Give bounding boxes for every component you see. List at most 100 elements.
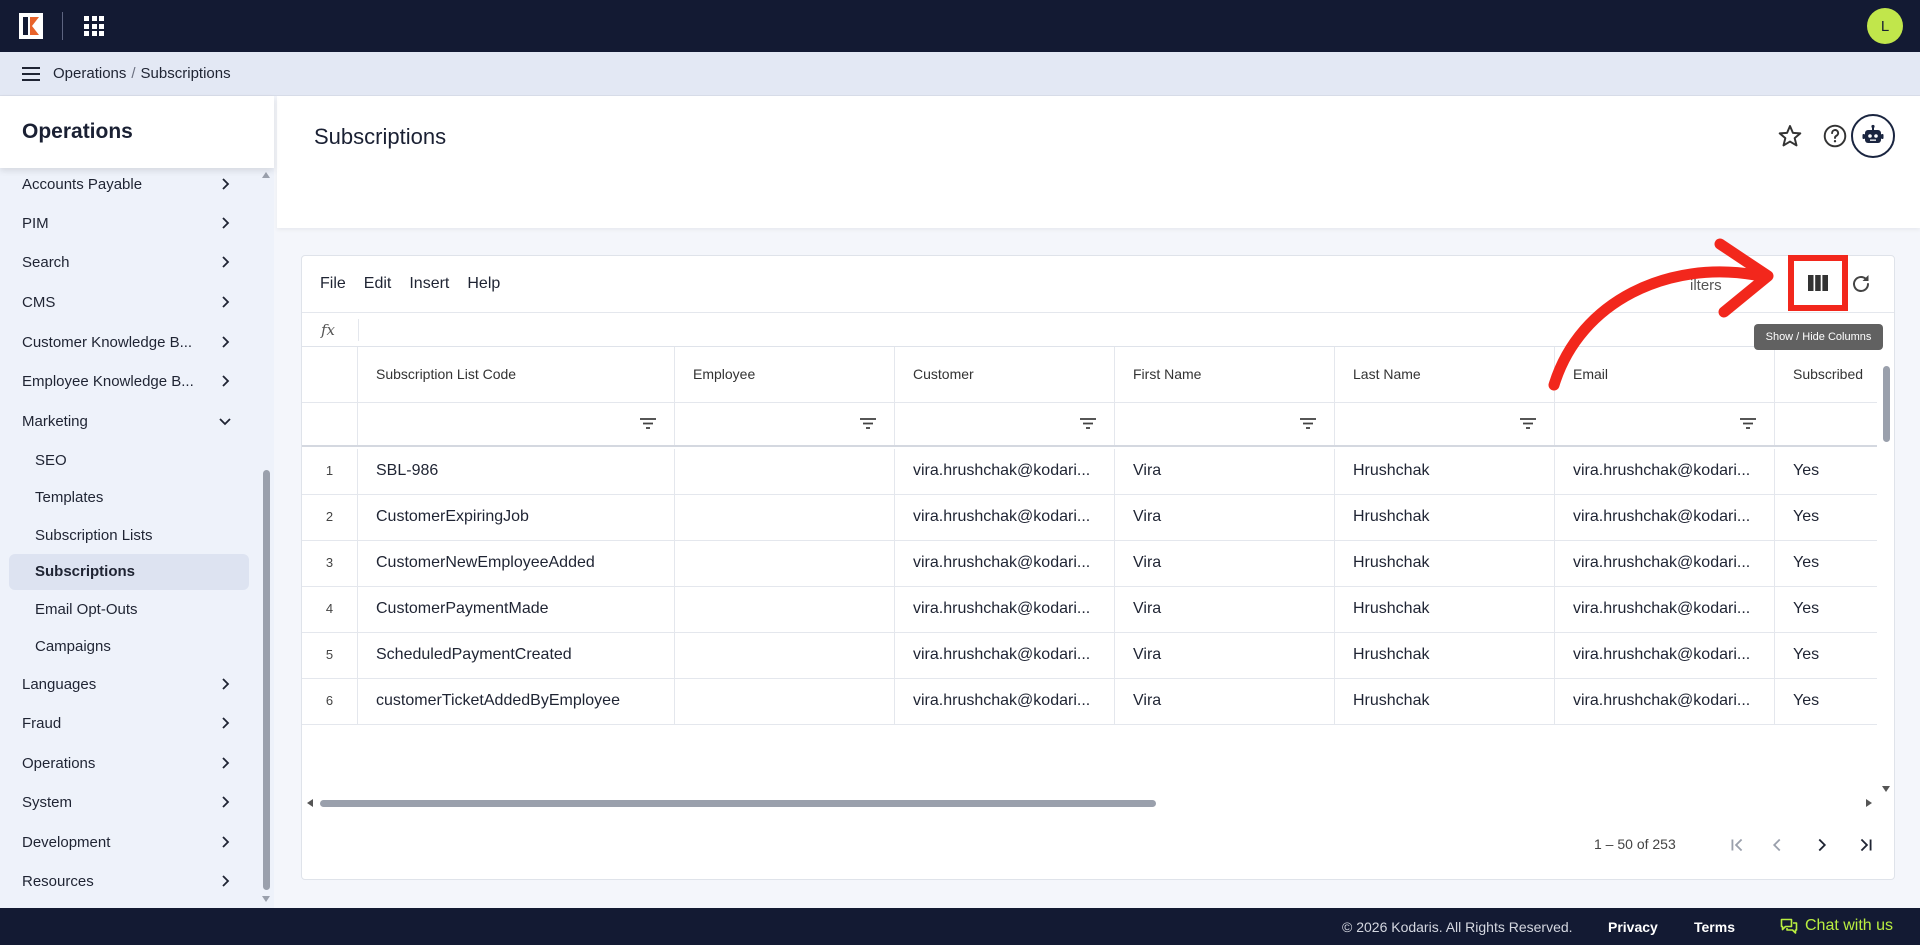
filter-icon[interactable] xyxy=(1080,418,1096,430)
sidebar-item-marketing[interactable]: Marketing xyxy=(0,404,252,440)
sidebar-item-cms[interactable]: CMS xyxy=(0,285,252,321)
cell-first-name[interactable]: Vira xyxy=(1115,587,1335,632)
cell-subscribed[interactable]: Yes xyxy=(1775,587,1877,632)
column-filter-subscription-list-code[interactable] xyxy=(358,402,675,445)
grid-horizontal-scroll-thumb[interactable] xyxy=(320,800,1156,807)
sidebar-item-languages[interactable]: Languages xyxy=(0,667,252,703)
filter-icon[interactable] xyxy=(1740,418,1756,430)
last-page-icon[interactable] xyxy=(1855,834,1877,856)
column-header-employee[interactable]: Employee xyxy=(675,347,895,402)
cell-subscription-list-code[interactable]: SBL-986 xyxy=(358,449,675,494)
cell-subscribed[interactable]: Yes xyxy=(1775,633,1877,678)
sidebar-item-subscriptions[interactable]: Subscriptions xyxy=(9,554,249,590)
table-row[interactable]: 6 customerTicketAddedByEmployee vira.hrush… xyxy=(302,679,1877,725)
cell-last-name[interactable]: Hrushchak xyxy=(1335,495,1555,540)
table-row[interactable]: 4 CustomerPaymentMade vira.hrushchak@kodar… xyxy=(302,587,1877,633)
cell-subscribed[interactable]: Yes xyxy=(1775,541,1877,586)
next-page-icon[interactable] xyxy=(1811,834,1833,856)
cell-employee[interactable] xyxy=(675,449,895,494)
help-icon[interactable] xyxy=(1822,123,1848,149)
filter-icon[interactable] xyxy=(1300,418,1316,430)
cell-customer[interactable]: vira.hrushchak@kodari... xyxy=(895,449,1115,494)
table-row[interactable]: 3 CustomerNewEmployeeAdded vira.hrushchak@… xyxy=(302,541,1877,587)
cell-first-name[interactable]: Vira xyxy=(1115,633,1335,678)
cell-last-name[interactable]: Hrushchak xyxy=(1335,587,1555,632)
cell-last-name[interactable]: Hrushchak xyxy=(1335,449,1555,494)
cell-first-name[interactable]: Vira xyxy=(1115,541,1335,586)
column-header-first-name[interactable]: First Name xyxy=(1115,347,1335,402)
sidebar-scrollbar-thumb[interactable] xyxy=(263,470,270,890)
avatar[interactable]: L xyxy=(1867,8,1903,44)
column-filter-last-name[interactable] xyxy=(1335,402,1555,445)
cell-subscription-list-code[interactable]: CustomerPaymentMade xyxy=(358,587,675,632)
sidebar-item-subscription-lists[interactable]: Subscription Lists xyxy=(0,518,252,554)
table-row[interactable]: 1 SBL-986 vira.hrushchak@kodari... Vira Hrus… xyxy=(302,449,1877,495)
star-icon[interactable] xyxy=(1777,123,1803,149)
sidebar-item-resources[interactable]: Resources xyxy=(0,864,252,900)
filter-icon[interactable] xyxy=(640,418,656,430)
sidebar-item-pim[interactable]: PIM xyxy=(0,206,252,242)
cell-email[interactable]: vira.hrushchak@kodari... xyxy=(1555,633,1775,678)
cell-first-name[interactable]: Vira xyxy=(1115,679,1335,724)
scroll-up-arrow-icon[interactable] xyxy=(262,172,270,178)
cell-last-name[interactable]: Hrushchak xyxy=(1335,541,1555,586)
cell-subscription-list-code[interactable]: CustomerExpiringJob xyxy=(358,495,675,540)
table-row[interactable]: 5 ScheduledPaymentCreated vira.hrushchak@k… xyxy=(302,633,1877,679)
cell-employee[interactable] xyxy=(675,633,895,678)
column-header-customer[interactable]: Customer xyxy=(895,347,1115,402)
sidebar-item-campaigns[interactable]: Campaigns xyxy=(0,629,252,665)
cell-first-name[interactable]: Vira xyxy=(1115,449,1335,494)
grid-vertical-scroll-thumb[interactable] xyxy=(1883,366,1890,442)
sidebar-item-customer-knowledge-b[interactable]: Customer Knowledge B... xyxy=(0,325,252,361)
sidebar-item-fraud[interactable]: Fraud xyxy=(0,706,252,742)
cell-customer[interactable]: vira.hrushchak@kodari... xyxy=(895,541,1115,586)
cell-subscribed[interactable]: Yes xyxy=(1775,679,1877,724)
column-filter-employee[interactable] xyxy=(675,402,895,445)
column-filter-first-name[interactable] xyxy=(1115,402,1335,445)
cell-last-name[interactable]: Hrushchak xyxy=(1335,679,1555,724)
terms-link[interactable]: Terms xyxy=(1694,919,1735,935)
cell-subscription-list-code[interactable]: CustomerNewEmployeeAdded xyxy=(358,541,675,586)
cell-email[interactable]: vira.hrushchak@kodari... xyxy=(1555,449,1775,494)
column-filter-email[interactable] xyxy=(1555,402,1775,445)
cell-customer[interactable]: vira.hrushchak@kodari... xyxy=(895,633,1115,678)
column-header-subscription-list-code[interactable]: Subscription List Code xyxy=(358,347,675,402)
cell-customer[interactable]: vira.hrushchak@kodari... xyxy=(895,495,1115,540)
scroll-down-arrow-icon[interactable] xyxy=(1882,786,1890,792)
scroll-right-arrow-icon[interactable] xyxy=(1866,799,1872,807)
cell-employee[interactable] xyxy=(675,587,895,632)
cell-email[interactable]: vira.hrushchak@kodari... xyxy=(1555,495,1775,540)
ai-assistant-button[interactable] xyxy=(1851,114,1895,158)
cell-subscription-list-code[interactable]: ScheduledPaymentCreated xyxy=(358,633,675,678)
sidebar-item-email-opt-outs[interactable]: Email Opt-Outs xyxy=(0,592,252,628)
menu-help[interactable]: Help xyxy=(467,275,500,293)
sidebar-item-templates[interactable]: Templates xyxy=(0,480,252,516)
sidebar-item-seo[interactable]: SEO xyxy=(0,443,252,479)
sidebar-item-accounts-payable[interactable]: Accounts Payable xyxy=(0,167,252,203)
scroll-down-arrow-icon[interactable] xyxy=(262,896,270,902)
previous-page-icon[interactable] xyxy=(1766,834,1788,856)
refresh-icon[interactable] xyxy=(1849,272,1873,296)
cell-email[interactable]: vira.hrushchak@kodari... xyxy=(1555,587,1775,632)
cell-last-name[interactable]: Hrushchak xyxy=(1335,633,1555,678)
column-header-last-name[interactable]: Last Name xyxy=(1335,347,1555,402)
sidebar-item-development[interactable]: Development xyxy=(0,825,252,861)
column-filter-customer[interactable] xyxy=(895,402,1115,445)
table-row[interactable]: 2 CustomerExpiringJob vira.hrushchak@kodar… xyxy=(302,495,1877,541)
scroll-left-arrow-icon[interactable] xyxy=(307,799,313,807)
cell-customer[interactable]: vira.hrushchak@kodari... xyxy=(895,587,1115,632)
cell-first-name[interactable]: Vira xyxy=(1115,495,1335,540)
cell-email[interactable]: vira.hrushchak@kodari... xyxy=(1555,679,1775,724)
sidebar-item-search[interactable]: Search xyxy=(0,245,252,281)
filter-icon[interactable] xyxy=(1520,418,1536,430)
cell-subscribed[interactable]: Yes xyxy=(1775,495,1877,540)
apps-grid-icon[interactable] xyxy=(84,16,104,36)
sidebar-item-system[interactable]: System xyxy=(0,785,252,821)
menu-edit[interactable]: Edit xyxy=(364,275,392,293)
breadcrumb-item-operations[interactable]: Operations xyxy=(53,65,126,82)
chat-button[interactable]: Chat with us xyxy=(1780,917,1893,935)
filter-icon[interactable] xyxy=(860,418,876,430)
column-filter-subscribed[interactable] xyxy=(1775,402,1877,445)
cell-employee[interactable] xyxy=(675,495,895,540)
cell-email[interactable]: vira.hrushchak@kodari... xyxy=(1555,541,1775,586)
